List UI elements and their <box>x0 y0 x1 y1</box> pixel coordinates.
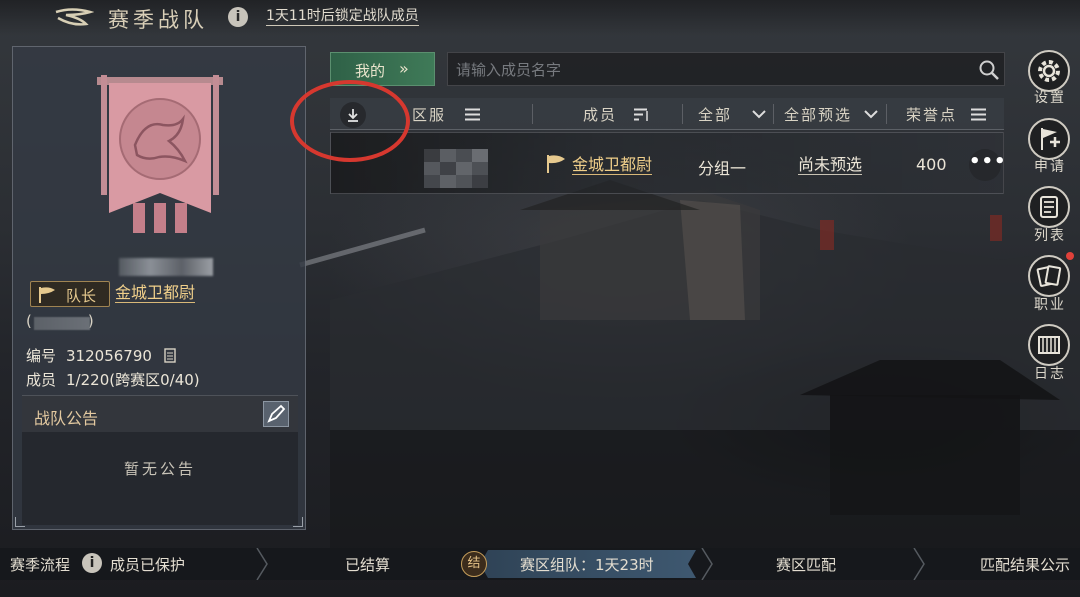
notice-empty-text: 暂无公告 <box>123 460 196 478</box>
more-options-button[interactable]: ••• <box>969 149 1006 181</box>
info-icon[interactable]: i <box>228 7 248 27</box>
edit-notice-button[interactable] <box>263 401 289 427</box>
stage-separator-icon <box>913 548 925 580</box>
back-arrow-icon[interactable] <box>52 6 94 30</box>
stage-matching: 赛区匹配 <box>776 556 837 574</box>
log-button[interactable] <box>1028 324 1070 366</box>
applications-button[interactable] <box>1028 118 1070 160</box>
top-bar: 赛季战队 i 1天11时后锁定战队成员 <box>0 0 1080 36</box>
gear-icon <box>1038 60 1060 82</box>
team-id-row: 编号 312056790 <box>26 347 152 365</box>
lock-countdown-link[interactable]: 1天11时后锁定战队成员 <box>266 8 419 26</box>
team-id-value: 312056790 <box>66 347 152 365</box>
member-search <box>447 52 1005 86</box>
team-notice: 战队公告 暂无公告 <box>22 395 298 525</box>
team-member-count: 成员 1/220(跨赛区0/40) <box>26 371 200 389</box>
team-info-panel: 队长 金城卫都尉 () 编号 312056790 成员 1/220(跨赛区0/40)… <box>12 46 306 530</box>
server-name-redacted <box>34 317 90 330</box>
log-icon <box>1038 336 1060 354</box>
settle-seal-icon: 结 <box>461 551 487 577</box>
stage-separator-icon <box>256 548 268 580</box>
column-divider <box>773 104 774 124</box>
chevron-down-icon[interactable] <box>863 108 879 120</box>
copy-icon[interactable] <box>164 348 176 363</box>
edit-icon <box>267 404 286 423</box>
page-title: 赛季战队 <box>108 8 208 32</box>
profession-label: 职业 <box>1034 297 1066 313</box>
rank-badge: 队长 <box>30 281 110 307</box>
log-label: 日志 <box>1034 366 1066 382</box>
sort-desc-icon[interactable] <box>634 108 649 121</box>
season-process-bar: 赛季流程 i 成员已保护 已结算 结 赛区组队：1天23时 赛区匹配 匹配结果公… <box>0 548 1080 580</box>
rank-label: 队长 <box>66 287 97 305</box>
highlight-annotation-circle <box>290 80 410 162</box>
team-banner-emblem <box>97 75 223 233</box>
player-name-redacted <box>119 258 213 276</box>
avatar <box>424 149 488 189</box>
applications-label: 申请 <box>1034 159 1066 175</box>
flag-cross-icon <box>1041 128 1060 150</box>
search-input[interactable] <box>456 57 956 83</box>
table-row[interactable]: 金城卫都尉 分组一 尚未预选 400 ••• <box>330 132 1006 194</box>
column-honor[interactable]: 荣誉点 <box>906 104 957 125</box>
column-divider <box>532 104 533 124</box>
flag-icon <box>547 155 565 173</box>
stage-team-forming: 赛区组队：1天23时 <box>520 556 654 574</box>
panel-corner <box>293 517 303 527</box>
stage-protected: 成员已保护 <box>110 556 186 574</box>
list-icon <box>1040 196 1058 218</box>
chevron-down-icon[interactable] <box>751 108 767 120</box>
tab-mine-label: 我的 <box>355 62 386 80</box>
notice-title: 战队公告 <box>34 409 99 428</box>
column-divider <box>886 104 887 124</box>
column-server[interactable]: 区服 <box>412 104 446 125</box>
rank-title-link[interactable]: 金城卫都尉 <box>115 283 196 303</box>
filter-all[interactable]: 全部 <box>698 104 732 125</box>
profession-button[interactable] <box>1028 255 1070 297</box>
search-icon[interactable] <box>978 59 1000 81</box>
settings-button[interactable] <box>1028 50 1070 92</box>
column-divider <box>682 104 683 124</box>
filter-all-preselect[interactable]: 全部预选 <box>784 104 852 125</box>
list-label: 列表 <box>1034 228 1066 244</box>
sort-menu-icon[interactable] <box>971 108 986 121</box>
member-group: 分组一 <box>698 159 747 178</box>
column-member[interactable]: 成员 <box>583 104 617 125</box>
member-title-link[interactable]: 金城卫都尉 <box>572 155 653 175</box>
double-chevron-icon: » <box>399 59 409 78</box>
settings-label: 设置 <box>1034 90 1066 106</box>
member-preselect-link[interactable]: 尚未预选 <box>798 155 863 175</box>
flag-icon <box>39 287 55 303</box>
stage-separator-icon <box>701 548 713 580</box>
cards-icon <box>1036 265 1062 287</box>
notice-header: 战队公告 <box>22 396 298 432</box>
member-honor-points: 400 <box>916 155 947 174</box>
sort-menu-icon[interactable] <box>465 108 480 121</box>
member-table-header: 区服 成员 全部 全部预选 荣誉点 <box>330 98 1004 130</box>
info-icon[interactable]: i <box>82 553 102 573</box>
list-button[interactable] <box>1028 186 1070 228</box>
process-label: 赛季流程 <box>10 556 71 574</box>
stage-settled: 已结算 <box>345 556 391 574</box>
stage-result: 匹配结果公示 <box>980 556 1071 574</box>
panel-corner <box>15 517 25 527</box>
